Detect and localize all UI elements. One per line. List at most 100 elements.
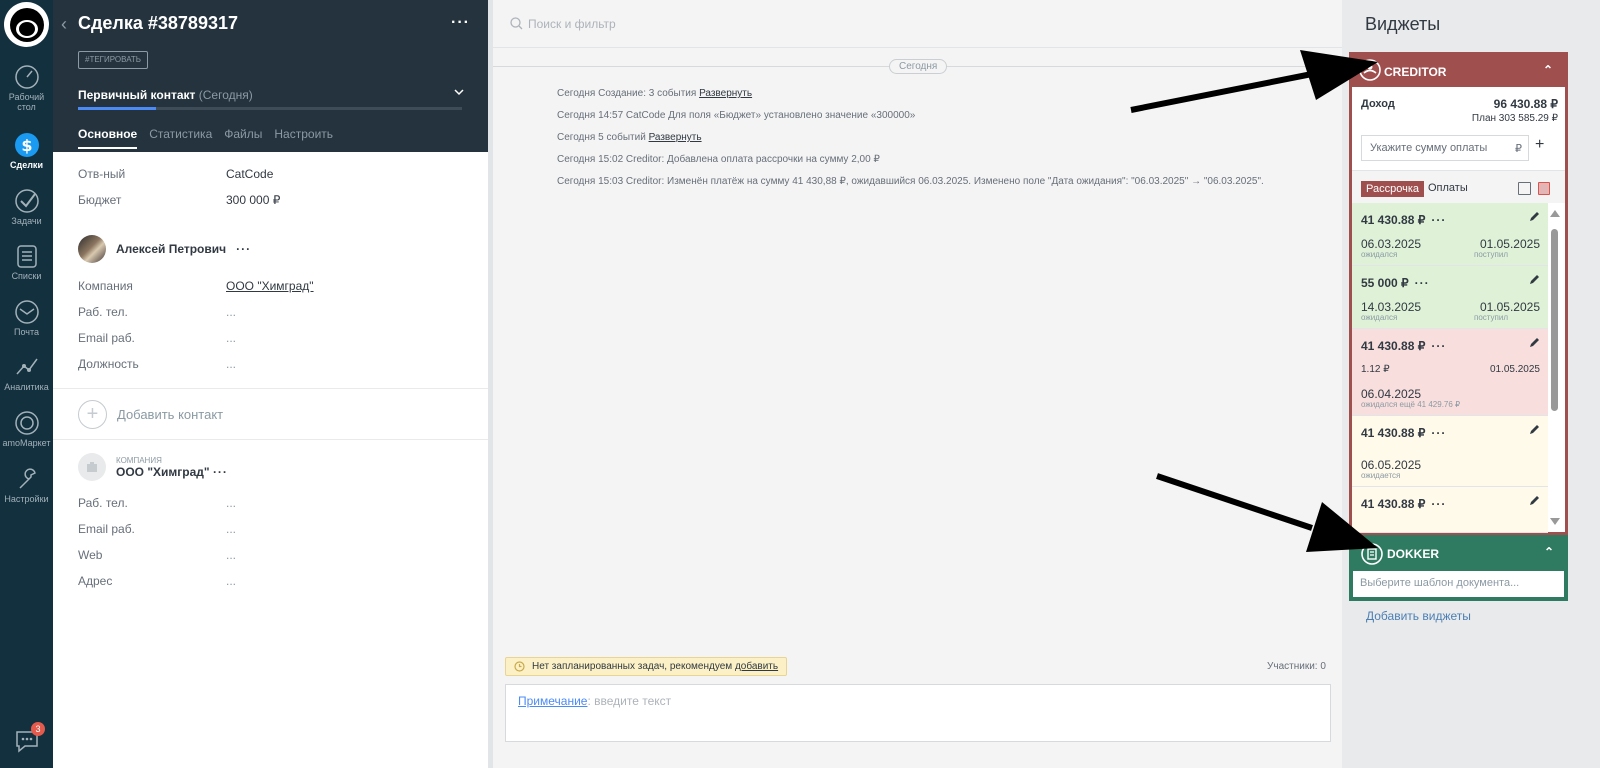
contact-field-position: Должность ...: [78, 357, 236, 371]
plan-value: План 303 585.29 ₽: [1471, 113, 1558, 124]
field-value[interactable]: ...: [226, 357, 236, 371]
field-value[interactable]: ...: [226, 548, 236, 562]
chat-button[interactable]: 3: [13, 722, 45, 756]
tab-installment[interactable]: Рассрочка: [1361, 181, 1424, 197]
payment-item[interactable]: 41 430.88 ₽ ··· 06.03.2025 ожидался 01.05…: [1352, 203, 1548, 266]
payment-amount: 41 430.88 ₽: [1361, 426, 1426, 440]
nav-label: Задачи: [11, 216, 42, 226]
note-type-link[interactable]: Примечание: [518, 694, 587, 708]
edit-pencil-icon[interactable]: [1529, 211, 1540, 222]
company-menu-icon[interactable]: ···: [213, 465, 228, 479]
expected-date: 14.03.2025: [1361, 300, 1422, 314]
feed-search[interactable]: Поиск и фильтр: [493, 0, 1342, 48]
pipeline-stage[interactable]: Первичный контакт (Сегодня): [78, 88, 253, 102]
tag-button[interactable]: #ТЕГИРОВАТЬ: [78, 51, 149, 69]
edit-pencil-icon[interactable]: [1529, 424, 1540, 435]
no-tasks-text: Нет запланированных задач, рекомендуем: [532, 661, 735, 672]
chevron-up-icon[interactable]: ⌃: [1544, 545, 1554, 559]
add-task-link[interactable]: добавить: [735, 661, 778, 672]
tab-configure[interactable]: Настроить: [274, 127, 333, 149]
received-date: 01.05.2025: [1479, 300, 1540, 314]
expected-date: 06.04.2025: [1361, 387, 1422, 401]
divider: [53, 388, 488, 389]
field-label: Компания: [78, 279, 133, 293]
payment-list-scrollbar[interactable]: [1550, 205, 1560, 531]
edit-pencil-icon[interactable]: [1529, 274, 1540, 285]
company-header[interactable]: компания ООО "Химград" ···: [78, 453, 228, 481]
chevron-down-icon[interactable]: [453, 86, 465, 98]
expand-link[interactable]: Развернуть: [649, 132, 702, 143]
scroll-up-icon[interactable]: [1550, 210, 1560, 217]
search-input[interactable]: Поиск и фильтр: [528, 17, 616, 31]
contact-field-phone: Раб. тел. ...: [78, 305, 236, 319]
nav-mail[interactable]: Почта: [0, 299, 53, 337]
tab-files[interactable]: Файлы: [224, 127, 262, 149]
nav-lists[interactable]: Списки: [0, 243, 53, 281]
add-widgets-link[interactable]: Добавить виджеты: [1366, 609, 1471, 623]
payment-menu-icon[interactable]: ···: [1415, 276, 1430, 290]
add-payment-plus-icon[interactable]: +: [1535, 136, 1544, 154]
payment-sum-input[interactable]: Укажите сумму оплаты ₽: [1361, 135, 1529, 161]
add-contact-button[interactable]: + Добавить контакт: [78, 400, 223, 429]
field-value[interactable]: ООО "Химград": [226, 279, 314, 293]
expand-link[interactable]: Развернуть: [699, 88, 752, 99]
template-select[interactable]: Выберите шаблон документа...: [1353, 571, 1564, 597]
field-value[interactable]: ...: [226, 522, 236, 536]
payment-item[interactable]: 55 000 ₽ ··· 14.03.2025 ожидался 01.05.20…: [1352, 266, 1548, 329]
nav-tasks[interactable]: Задачи: [0, 188, 53, 226]
field-value[interactable]: CatCode: [226, 167, 273, 181]
plus-icon: +: [78, 400, 107, 429]
field-value[interactable]: ...: [226, 331, 236, 345]
partial-date: 01.05.2025: [1489, 364, 1540, 375]
download-icon[interactable]: [1518, 182, 1531, 195]
contact-name[interactable]: Алексей Петрович: [116, 242, 226, 256]
field-label: Должность: [78, 357, 139, 371]
dokker-header[interactable]: DOKKER ⌃: [1351, 537, 1566, 569]
back-arrow-icon[interactable]: ‹: [61, 14, 67, 35]
contact-menu-icon[interactable]: ···: [236, 242, 251, 256]
field-value[interactable]: ...: [226, 496, 236, 510]
contact-header[interactable]: Алексей Петрович ···: [78, 235, 251, 263]
payment-item[interactable]: 41 430.88 ₽ ··· 06.05.2025 ожидается: [1352, 416, 1548, 487]
market-icon: [14, 411, 39, 435]
deal-menu-icon[interactable]: ···: [451, 14, 470, 32]
payment-menu-icon[interactable]: ···: [1431, 426, 1446, 440]
deal-title[interactable]: Сделка #38789317: [78, 13, 238, 34]
event-text: Сегодня 15:03 Creditor: Изменён платёж н…: [557, 176, 1264, 187]
widgets-title: Виджеты: [1365, 14, 1441, 34]
chevron-up-icon[interactable]: ⌃: [1543, 63, 1553, 77]
creditor-header[interactable]: CREDITOR ⌃: [1352, 55, 1565, 87]
analytics-icon: [15, 358, 38, 375]
deals-icon: $: [14, 133, 39, 157]
payment-item[interactable]: 41 430.88 ₽ ···: [1352, 487, 1548, 533]
tab-main[interactable]: Основное: [78, 127, 137, 149]
field-value[interactable]: ...: [226, 305, 236, 319]
divider: [53, 439, 488, 440]
field-value[interactable]: 300 000 ₽: [226, 193, 280, 207]
note-input[interactable]: Примечание: введите текст: [505, 684, 1331, 742]
payment-menu-icon[interactable]: ···: [1431, 213, 1446, 227]
nav-analytics[interactable]: Аналитика: [0, 354, 53, 392]
scroll-thumb[interactable]: [1551, 229, 1558, 411]
contact-field-company: Компания ООО "Химград": [78, 279, 314, 293]
delete-icon[interactable]: [1538, 182, 1550, 195]
nav-dashboard[interactable]: Рабочий стол: [0, 64, 53, 112]
nav-deals[interactable]: $ Сделки: [0, 132, 53, 170]
feed-event: Сегодня 15:03 Creditor: Изменён платёж н…: [557, 176, 1264, 187]
nav-settings[interactable]: Настройки: [0, 466, 53, 504]
amocrm-logo[interactable]: [4, 2, 49, 47]
participants-count[interactable]: Участники: 0: [1267, 661, 1326, 672]
field-value[interactable]: ...: [226, 574, 236, 588]
edit-pencil-icon[interactable]: [1529, 495, 1540, 506]
edit-pencil-icon[interactable]: [1529, 337, 1540, 348]
payment-menu-icon[interactable]: ···: [1431, 339, 1446, 353]
payment-item[interactable]: 41 430.88 ₽ ··· 1.12 ₽ 01.05.2025 06.04.2…: [1352, 329, 1548, 416]
nav-market[interactable]: amoМаркет: [0, 410, 53, 448]
tab-payments[interactable]: Оплаты: [1428, 182, 1468, 194]
tab-stats[interactable]: Статистика: [149, 127, 212, 149]
company-name[interactable]: ООО "Химград": [116, 465, 210, 479]
deal-card: ‹ Сделка #38789317 ··· #ТЕГИРОВАТЬ Перви…: [53, 0, 488, 768]
search-icon: [510, 17, 523, 30]
payment-menu-icon[interactable]: ···: [1431, 497, 1446, 511]
scroll-down-icon[interactable]: [1550, 518, 1560, 525]
